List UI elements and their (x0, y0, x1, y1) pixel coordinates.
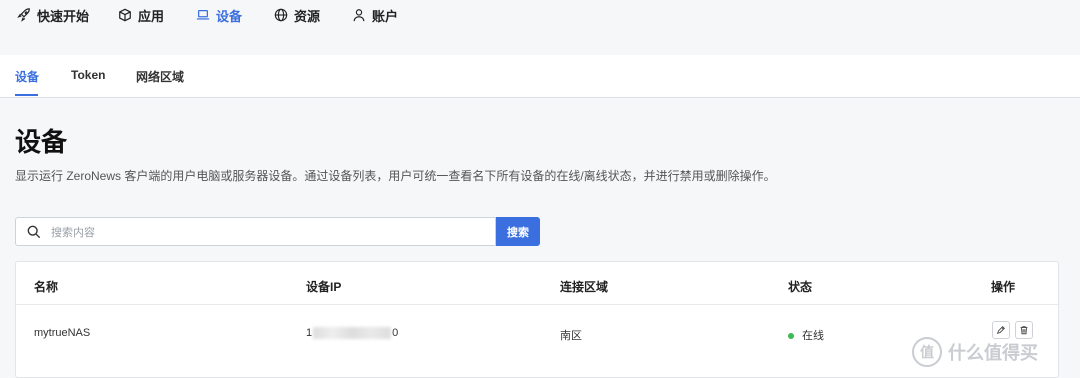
watermark: 值 什么值得买 (912, 337, 1038, 367)
ip-redaction (313, 327, 392, 340)
top-navigation: 快速开始 应用 设备 资源 账户 (0, 0, 1080, 56)
laptop-icon (196, 10, 210, 20)
box-icon (119, 8, 131, 22)
column-header-ip: 设备IP (306, 280, 342, 294)
watermark-logo: 值 (912, 337, 942, 367)
nav-label: 应用 (138, 8, 165, 24)
tab-token[interactable]: Token (71, 68, 105, 82)
globe-icon (274, 8, 288, 22)
column-header-actions: 操作 (991, 280, 1016, 294)
column-header-status: 状态 (788, 280, 813, 294)
search-input[interactable] (49, 222, 493, 244)
search-field (15, 217, 496, 246)
trash-icon (1020, 326, 1028, 335)
active-tab-indicator (15, 94, 38, 96)
nav-item-quickstart[interactable]: 快速开始 (17, 6, 89, 24)
device-region: 南区 (560, 330, 582, 342)
tab-devices[interactable]: 设备 (15, 68, 39, 85)
watermark-text: 什么值得买 (948, 343, 1038, 363)
nav-label: 账户 (372, 8, 399, 24)
sub-tabs: 设备 Token 网络区域 (0, 55, 1080, 98)
header-divider (16, 304, 1058, 305)
nav-item-resources[interactable]: 资源 (274, 6, 320, 24)
online-dot-icon (788, 333, 794, 340)
nav-label: 快速开始 (37, 8, 90, 24)
device-name: mytrueNAS (34, 327, 91, 339)
nav-label: 设备 (216, 8, 243, 24)
device-ip: 10 (306, 327, 399, 340)
status-badge: 在线 (788, 327, 824, 343)
page-description: 显示运行 ZeroNews 客户端的用户电脑或服务器设备。通过设备列表，用户可统… (15, 169, 776, 183)
column-header-region: 连接区域 (560, 280, 609, 294)
nav-item-apps[interactable]: 应用 (118, 6, 164, 24)
page-title: 设备 (15, 127, 68, 157)
search-icon (27, 225, 41, 239)
nav-label: 资源 (294, 8, 321, 24)
nav-item-account[interactable]: 账户 (352, 6, 398, 24)
ip-prefix: 1 (306, 327, 313, 339)
pencil-icon (996, 326, 1005, 335)
column-header-name: 名称 (34, 280, 59, 294)
tab-network-zone[interactable]: 网络区域 (136, 68, 184, 85)
status-text: 在线 (802, 330, 824, 342)
rocket-icon (17, 8, 30, 22)
user-icon (353, 9, 365, 22)
nav-item-devices[interactable]: 设备 (196, 6, 242, 24)
devices-table: 名称 设备IP 连接区域 状态 操作 mytrueNAS 10 南区 在线 (15, 261, 1059, 378)
search-button[interactable]: 搜索 (496, 217, 540, 246)
ip-suffix: 0 (392, 327, 399, 339)
